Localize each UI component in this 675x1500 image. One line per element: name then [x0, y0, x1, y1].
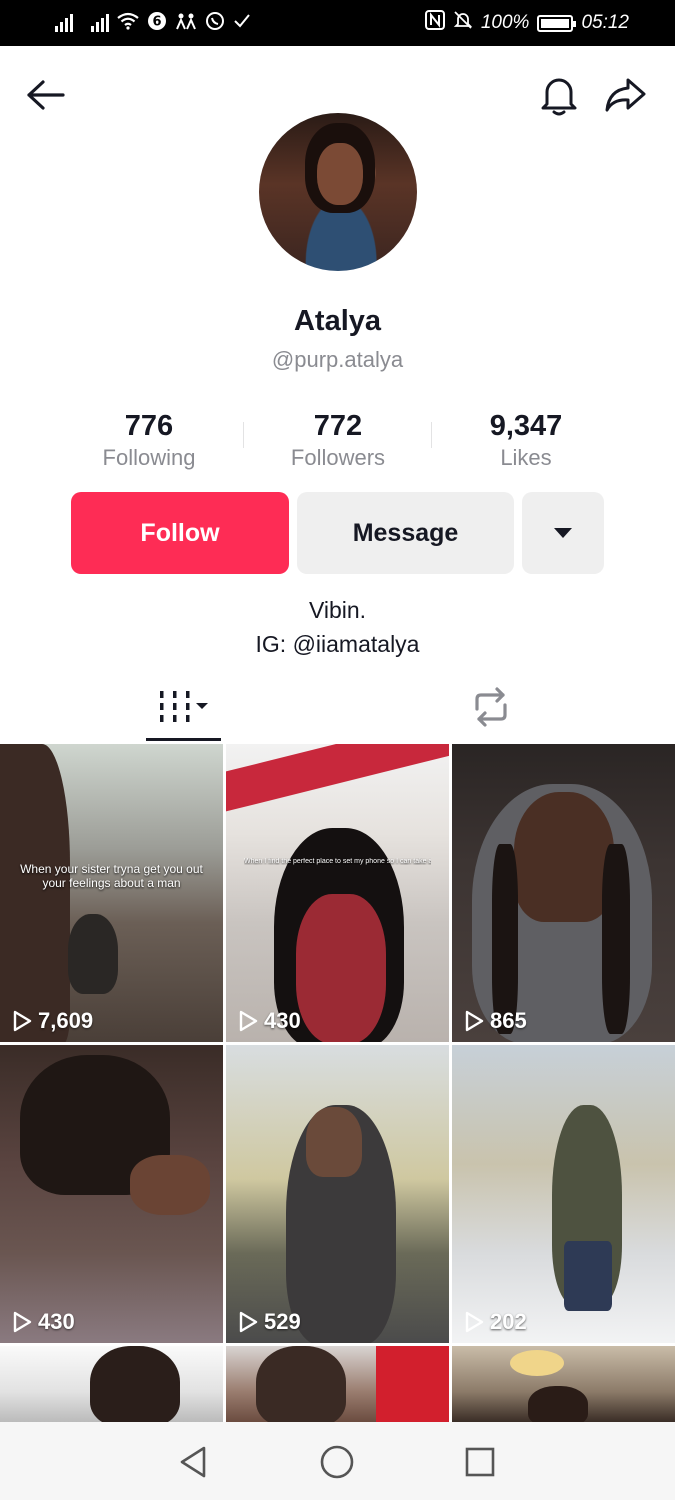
play-icon: [13, 1010, 32, 1032]
status-icons-right: 100% 05:12: [424, 10, 629, 36]
video-thumbnail[interactable]: [452, 1346, 675, 1422]
followers-count: 772: [313, 410, 363, 442]
nav-back-button[interactable]: [171, 1440, 215, 1484]
likes-count: 9,347: [489, 410, 563, 442]
triangle-back-icon: [180, 1446, 206, 1478]
likes-label: Likes: [500, 445, 552, 470]
signal-2-icon: [91, 14, 109, 32]
video-thumbnail[interactable]: When your sister tryna get you out your …: [0, 744, 223, 1042]
view-count-text: 7,609: [38, 1008, 94, 1033]
thumbnail-figure: [602, 844, 630, 1034]
view-count: 529: [238, 1309, 301, 1335]
avatar[interactable]: [259, 113, 417, 271]
stat-divider: [431, 422, 432, 448]
thumbnail-figure: [226, 744, 449, 814]
video-caption: When I find the perfect place to set my …: [244, 858, 431, 865]
video-thumbnail[interactable]: 202: [452, 1045, 675, 1343]
check-icon: [233, 13, 251, 34]
play-icon: [465, 1010, 484, 1032]
stat-divider: [243, 422, 244, 448]
view-count: 865: [464, 1008, 527, 1034]
battery-icon: [537, 14, 577, 32]
back-button[interactable]: [22, 72, 68, 118]
tab-reposts[interactable]: [465, 683, 517, 731]
nfc-icon: [424, 10, 445, 36]
thumbnail-figure: [68, 914, 118, 994]
profile-name: Atalya: [293, 305, 382, 337]
stat-likes[interactable]: 9,347 Likes: [431, 410, 621, 471]
whatsapp-icon: [205, 11, 225, 36]
bio-instagram: IG: @iiamatalya: [255, 631, 420, 657]
mute-bell-icon: [453, 10, 473, 36]
stat-followers[interactable]: 772 Followers: [243, 410, 433, 471]
video-thumbnail[interactable]: 865: [452, 744, 675, 1042]
arrow-left-icon: [27, 80, 65, 110]
following-count: 776: [124, 410, 174, 442]
clock: 05:12: [581, 12, 629, 33]
view-count-text: 430: [264, 1008, 301, 1033]
system-nav-bar: [0, 1422, 675, 1500]
view-count: 430: [12, 1309, 75, 1335]
thumbnail-figure: [306, 1107, 362, 1177]
nav-home-button[interactable]: [315, 1440, 359, 1484]
repost-icon: [475, 687, 507, 727]
video-thumbnail[interactable]: 529: [226, 1045, 449, 1343]
video-thumbnail[interactable]: [226, 1346, 449, 1422]
svg-text:6: 6: [152, 14, 161, 29]
more-options-button[interactable]: [522, 492, 604, 574]
message-button[interactable]: Message: [297, 492, 514, 574]
play-icon: [239, 1311, 258, 1333]
view-count: 202: [464, 1309, 527, 1335]
view-count-text: 430: [38, 1309, 75, 1334]
square-recents-icon: [465, 1447, 495, 1477]
view-count: 7,609: [12, 1008, 93, 1034]
play-icon: [13, 1311, 32, 1333]
profile-handle: @purp.atalya: [271, 347, 404, 372]
app-notification-icon: 6: [147, 11, 167, 36]
thumbnail-figure: [256, 1346, 346, 1422]
nav-recents-button[interactable]: [458, 1440, 502, 1484]
view-count: 430: [238, 1008, 301, 1034]
thumbnail-figure: [510, 1350, 564, 1376]
people-notification-icon: [175, 12, 197, 35]
view-count-text: 529: [264, 1309, 301, 1334]
circle-home-icon: [320, 1445, 354, 1479]
share-arrow-icon: [605, 78, 646, 112]
thumbnail-figure: [492, 844, 518, 1034]
stat-following[interactable]: 776 Following: [54, 410, 244, 471]
thumbnail-figure: [514, 792, 614, 922]
following-label: Following: [102, 445, 196, 470]
wifi-icon: [117, 12, 139, 34]
view-count-text: 865: [490, 1008, 527, 1033]
thumbnail-figure: [528, 1386, 588, 1422]
bio-line: Vibin.: [308, 597, 367, 623]
thumbnail-figure: [296, 894, 386, 1042]
caret-down-icon: [554, 528, 572, 538]
followers-label: Followers: [290, 445, 386, 470]
view-count-text: 202: [490, 1309, 527, 1334]
bell-icon: [541, 78, 577, 116]
status-bar: 6 100% 05:12: [0, 0, 675, 46]
follow-button[interactable]: Follow: [71, 492, 289, 574]
signal-icon: [55, 14, 73, 32]
thumbnail-figure: [130, 1155, 210, 1215]
video-thumbnail[interactable]: [0, 1346, 223, 1422]
thumbnail-figure: [90, 1346, 180, 1422]
play-icon: [239, 1010, 258, 1032]
status-icons-left: 6: [55, 10, 251, 36]
share-button[interactable]: [602, 72, 648, 118]
tab-videos[interactable]: [150, 683, 222, 731]
thumbnail-figure: [0, 744, 70, 1042]
battery-percent: 100%: [480, 12, 530, 33]
video-thumbnail[interactable]: When I find the perfect place to set my …: [226, 744, 449, 1042]
profile-stats: 776 Following 772 Followers 9,347 Likes: [0, 410, 675, 480]
thumbnail-figure: [564, 1241, 612, 1311]
play-icon: [465, 1311, 484, 1333]
thumbnail-figure: [376, 1346, 449, 1422]
video-caption: When your sister tryna get you out your …: [20, 862, 203, 891]
notification-bell-button[interactable]: [536, 72, 582, 118]
active-tab-indicator: [146, 738, 221, 741]
video-thumbnail[interactable]: 430: [0, 1045, 223, 1343]
video-grid-icon: [160, 691, 208, 722]
